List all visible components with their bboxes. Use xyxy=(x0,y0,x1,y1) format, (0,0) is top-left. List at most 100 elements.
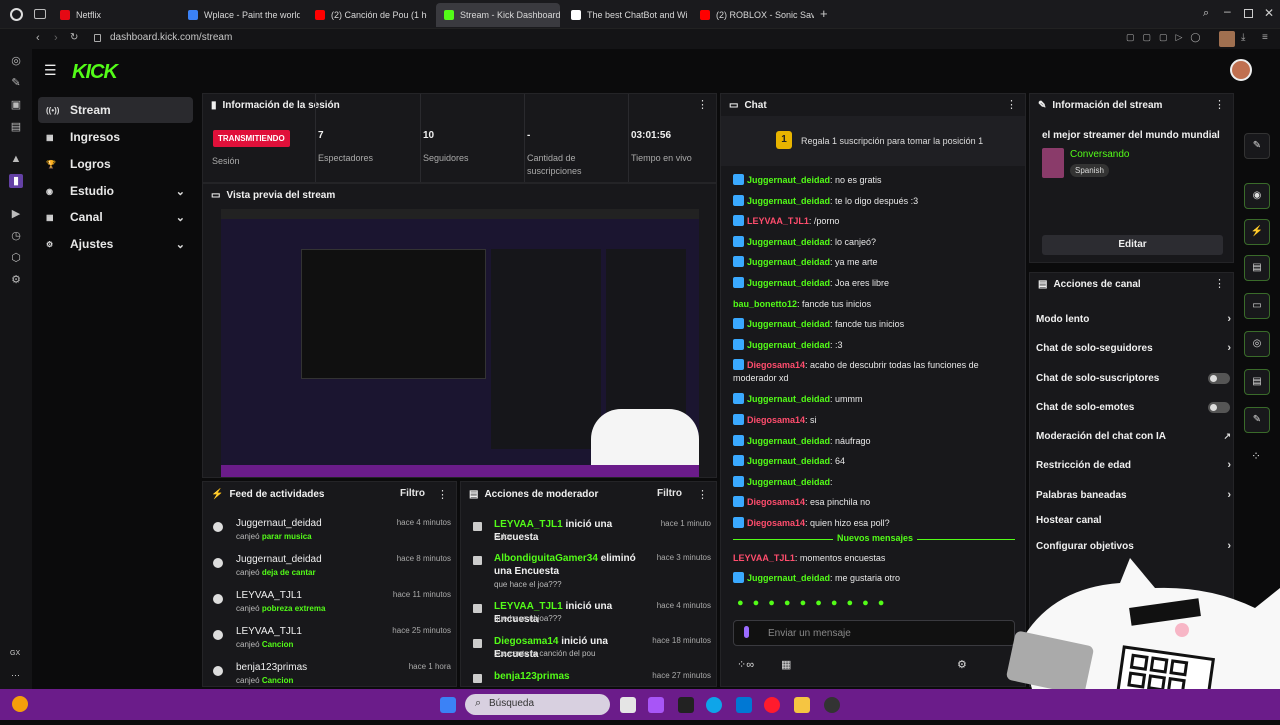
chat-username[interactable]: Juggernaut_deidad xyxy=(747,436,830,446)
channel-action-0[interactable]: Modo lento › xyxy=(1036,308,1231,330)
chat-message[interactable]: Juggernaut_deidad: náufrago xyxy=(733,434,1018,448)
feed-filter-button[interactable]: Filtro xyxy=(400,488,425,499)
sidebar-item-logros[interactable]: 🏆 Logros xyxy=(38,151,193,177)
chat-message[interactable]: Diegosama14: quien hizo esa poll? xyxy=(733,517,1018,530)
chat-message[interactable]: Juggernaut_deidad: me gustaria otro xyxy=(733,572,1018,585)
chat-message[interactable]: bau_bonetto12: fancde tus inicios xyxy=(733,298,1018,311)
channel-action-4[interactable]: Moderación del chat con IA ↗ xyxy=(1036,425,1231,447)
chat-message[interactable]: Juggernaut_deidad: ummm xyxy=(733,393,1018,406)
opera-gx-icon[interactable] xyxy=(764,697,780,713)
browser-tab[interactable]: (2) ROBLOX - Sonic Save xyxy=(692,3,814,27)
toggle-switch[interactable] xyxy=(1208,372,1230,384)
chat-username[interactable]: Juggernaut_deidad xyxy=(747,456,830,466)
pencil-icon[interactable]: ✎ xyxy=(1244,133,1270,159)
chat-username[interactable]: LEYVAA_TJL1 xyxy=(747,216,809,226)
chat-menu-icon[interactable]: ⋮ xyxy=(1006,98,1017,111)
url-text[interactable]: dashboard.kick.com/stream xyxy=(110,32,232,43)
taskbar-search[interactable]: ⌕ Búsqueda xyxy=(465,694,610,715)
channel-action-2[interactable]: Chat de solo-suscriptores xyxy=(1036,367,1230,389)
chat-username[interactable]: Juggernaut_deidad xyxy=(747,237,830,247)
sidebar-item-estudio[interactable]: ◉ Estudio ⌄ xyxy=(38,178,193,204)
sidebar-item-canal[interactable]: ▦ Canal ⌄ xyxy=(38,204,193,230)
search-tabs-icon[interactable]: ⌕ xyxy=(1203,7,1209,20)
chat-message[interactable]: Juggernaut_deidad: :3 xyxy=(733,338,1018,352)
more-icon[interactable]: ⋯ xyxy=(11,670,20,681)
mod-item[interactable]: Diegosama14 inició una Encuesta hace 18 m… xyxy=(469,635,711,669)
chat-message[interactable]: Juggernaut_deidad: no es gratis xyxy=(733,174,1018,187)
more-actions-icon[interactable]: ⁘ xyxy=(1251,449,1261,463)
extensions-icon[interactable]: ⬡ xyxy=(9,251,23,265)
feed-item[interactable]: Juggernaut_deidad hace 4 minutos canjeó pa… xyxy=(211,518,451,552)
broadcast-icon[interactable]: ◎ xyxy=(1244,331,1270,357)
file-explorer-icon[interactable] xyxy=(794,697,810,713)
steam-icon[interactable] xyxy=(824,697,840,713)
chat-message[interactable]: Juggernaut_deidad: ya me arte xyxy=(733,256,1018,269)
gx-control-icon[interactable]: ◎ xyxy=(9,54,23,68)
user-avatar[interactable] xyxy=(1230,59,1252,81)
chat-username[interactable]: Juggernaut_deidad xyxy=(747,257,830,267)
chat-icon[interactable]: ▭ xyxy=(1244,293,1270,319)
copilot-icon[interactable] xyxy=(648,697,664,713)
gx-cleaner-icon[interactable]: ✎ xyxy=(9,76,23,90)
channel-action-7[interactable]: Hostear canal xyxy=(1036,509,1226,531)
maximize-icon[interactable] xyxy=(1244,9,1253,18)
chat-tools-icon[interactable]: ⁘∞ xyxy=(737,658,754,671)
mod-filter-button[interactable]: Filtro xyxy=(657,488,682,499)
weather-icon[interactable] xyxy=(12,696,28,712)
chat-message[interactable]: Juggernaut_deidad: Joa eres libre xyxy=(733,277,1018,290)
chat-message[interactable]: Diegosama14: acabo de descubrir todas la… xyxy=(733,359,1018,385)
extension-icons[interactable]: ▢▢▢▷◯ xyxy=(1126,32,1209,43)
channel-action-6[interactable]: Palabras baneadas › xyxy=(1036,484,1231,506)
feed-item[interactable]: LEYVAA_TJL1 hace 25 minutos canjeó Cancion xyxy=(211,626,451,660)
mod-item[interactable]: AlbondiguitaGamer34 eliminó una Encuesta… xyxy=(469,552,711,589)
sidebar-item-ajustes[interactable]: ⚙ Ajustes ⌄ xyxy=(38,231,193,257)
chat-message[interactable]: Juggernaut_deidad: 64 xyxy=(733,455,1018,468)
forward-icon[interactable]: › xyxy=(54,32,58,44)
camera-icon[interactable]: ◉ xyxy=(1244,183,1270,209)
downloads-icon[interactable]: ⤓ xyxy=(1241,32,1245,43)
chat-message[interactable]: LEYVAA_TJL1: momentos encuestas xyxy=(733,552,1018,565)
back-icon[interactable]: ‹ xyxy=(36,32,40,44)
mod-item[interactable]: benja123primas hace 27 minutos xyxy=(469,670,711,686)
browser-tab[interactable]: The best ChatBot and Wi xyxy=(563,3,687,27)
chat-username[interactable]: bau_bonetto12 xyxy=(733,299,797,309)
chat-username[interactable]: Juggernaut_deidad xyxy=(747,196,830,206)
chat-message[interactable]: Juggernaut_deidad: fancde tus inicios xyxy=(733,318,1018,331)
chat-message[interactable]: Juggernaut_deidad: te lo digo después :3 xyxy=(733,194,1018,208)
sidebar-item-stream[interactable]: ((•)) Stream xyxy=(38,97,193,123)
chat-message[interactable]: Juggernaut_deidad: lo canjeó? xyxy=(733,235,1018,249)
history-icon[interactable]: ◷ xyxy=(9,229,23,243)
menu-icon[interactable]: ≡ xyxy=(1262,32,1268,43)
mod-menu-icon[interactable]: ⋮ xyxy=(697,488,708,501)
settings-icon[interactable]: ⚙ xyxy=(9,273,23,287)
chat-username[interactable]: Diegosama14 xyxy=(747,415,805,425)
emote-icons[interactable]: ●●●●●●●●●● xyxy=(737,597,893,609)
clipboard-icon[interactable]: ▤ xyxy=(1244,255,1270,281)
mod-item[interactable]: LEYVAA_TJL1 inició una Encuesta hace 1 mi… xyxy=(469,518,711,552)
chat-username[interactable]: Diegosama14 xyxy=(747,497,805,507)
player-icon[interactable]: ▶ xyxy=(9,207,23,221)
minimize-icon[interactable]: – xyxy=(1224,4,1231,18)
chat-message[interactable]: LEYVAA_TJL1: /porno xyxy=(733,215,1018,228)
browser-tab[interactable]: Stream - Kick Dashboard xyxy=(436,3,560,27)
chat-message[interactable]: Juggernaut_deidad: xyxy=(733,475,1018,489)
browser-tab[interactable]: (2) Canción de Pou (1 hor xyxy=(307,3,427,27)
chat-username[interactable]: Juggernaut_deidad xyxy=(747,340,830,350)
feed-item[interactable]: LEYVAA_TJL1 hace 11 minutos canjeó pobreza… xyxy=(211,590,451,624)
channel-action-3[interactable]: Chat de solo-emotes xyxy=(1036,396,1230,418)
chat-username[interactable]: Diegosama14 xyxy=(747,518,805,528)
chat-message[interactable]: Diegosama14: si xyxy=(733,414,1018,427)
chat-username[interactable]: Juggernaut_deidad xyxy=(747,175,830,185)
flash-icon[interactable]: ⚡ xyxy=(1244,219,1270,245)
channel-action-5[interactable]: Restricción de edad › xyxy=(1036,454,1231,476)
browser-tab[interactable]: Netflix xyxy=(52,3,172,27)
chat-username[interactable]: LEYVAA_TJL1 xyxy=(733,553,795,563)
actions-menu-icon[interactable]: ⋮ xyxy=(1214,277,1225,290)
feed-item[interactable]: Juggernaut_deidad hace 8 minutos canjeó de… xyxy=(211,554,451,588)
gift-banner[interactable]: 1 Regala 1 suscripción para tomar la pos… xyxy=(721,116,1025,166)
server-icon[interactable]: ▤ xyxy=(1244,369,1270,395)
app-icon[interactable] xyxy=(678,697,694,713)
chat-settings-icon[interactable]: ⚙ xyxy=(957,658,967,671)
chat-username[interactable]: Juggernaut_deidad xyxy=(747,319,830,329)
start-icon[interactable] xyxy=(440,697,456,713)
